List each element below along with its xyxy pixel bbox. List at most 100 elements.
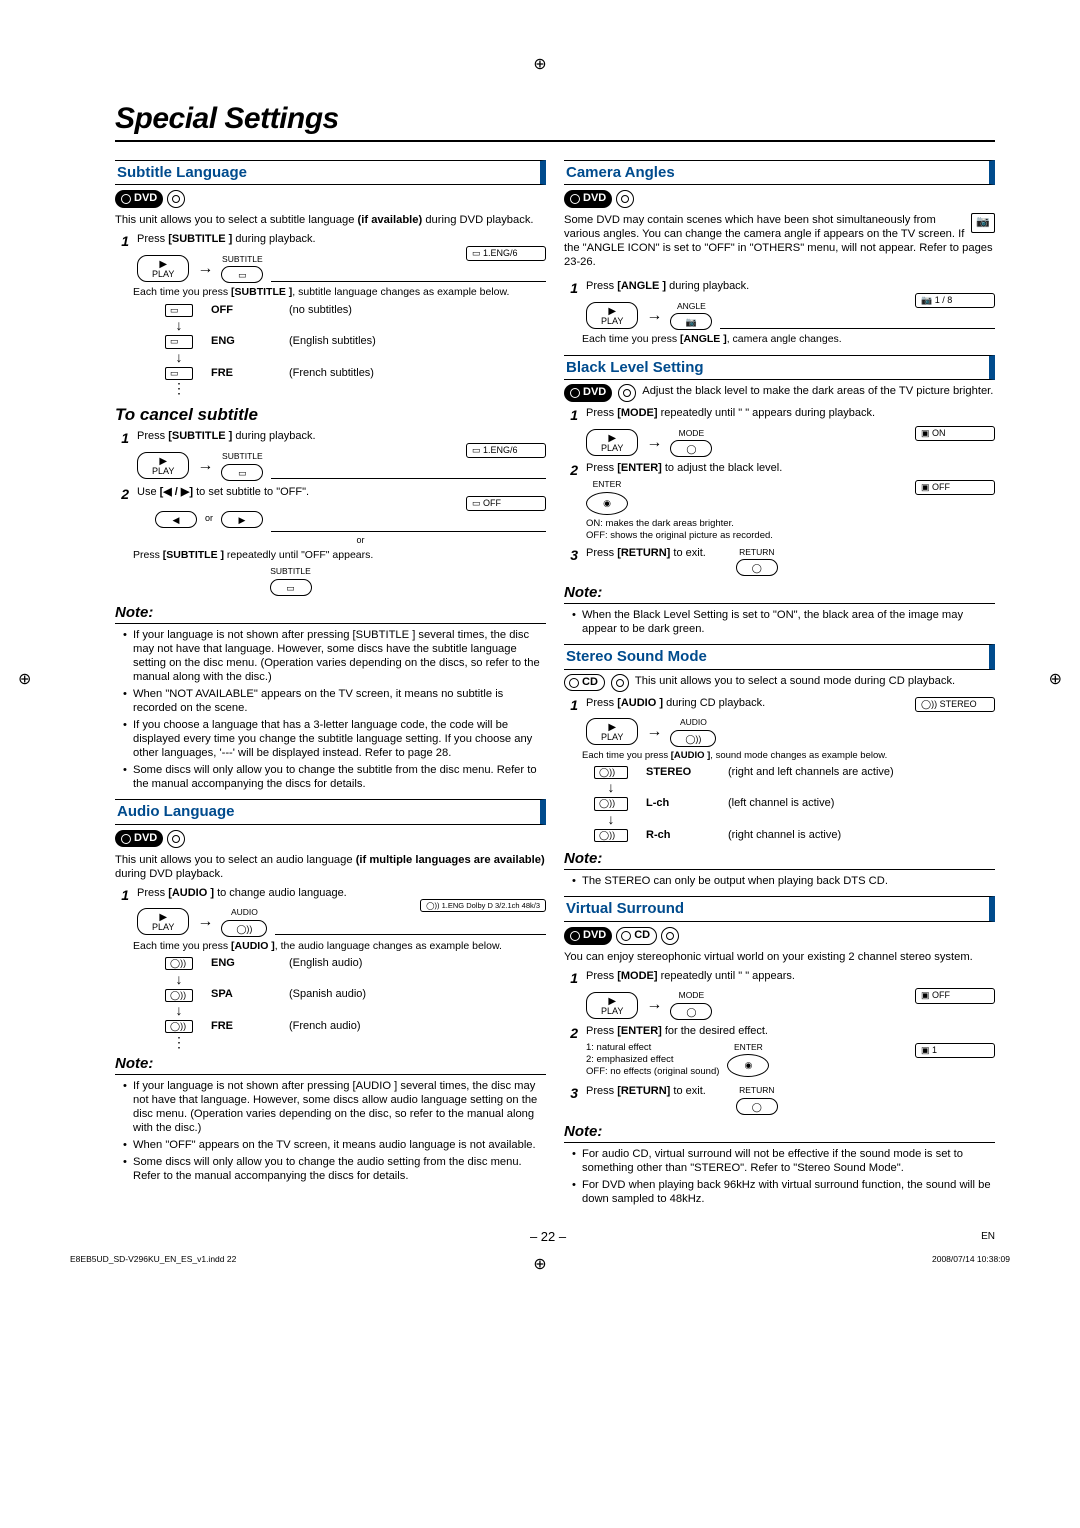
effect-1: 1: natural effect — [586, 1042, 719, 1054]
indd-timestamp: 2008/07/14 10:38:09 — [932, 1254, 1010, 1265]
angle-osd-callout: 📷 1 / 8 — [915, 293, 995, 308]
audio-osd-callout: ◯)) 1.ENG Dolby D 3/2.1ch 48k/3 — [420, 899, 546, 912]
virtual-step-2: 2 Press [ENTER] for the desired effect. … — [564, 1025, 995, 1080]
audio-language-heading: Audio Language — [115, 799, 546, 825]
audio-disc-badges: DVD — [115, 830, 546, 848]
play-button-icon: ▶PLAY — [137, 452, 189, 479]
return-button-icon: ◯ — [736, 1098, 778, 1115]
crop-mark-icon: ⊕ — [1049, 670, 1062, 690]
camera-disc-badges: DVD — [564, 190, 995, 208]
stereo-intro-row: CD This unit allows you to select a soun… — [564, 674, 995, 692]
off-desc: OFF: shows the original picture as recor… — [586, 530, 995, 542]
camera-caption: Each time you press [ANGLE ], camera ang… — [582, 333, 995, 346]
off-osd-callout: ▣ OFF — [915, 988, 995, 1003]
cancel-diagram-1: ▶PLAY → SUBTITLE ▭ ▭ 1.ENG/6 — [137, 451, 546, 481]
return-button-label: RETURN — [736, 1085, 778, 1096]
right-arrow-button-icon: ▶ — [221, 511, 263, 528]
stereo-osd-callout: ◯)) STEREO — [915, 697, 995, 712]
page-footer: – 22 – EN — [115, 1229, 995, 1245]
dvd-badge: DVD — [564, 384, 612, 402]
audio-note-heading: Note: — [115, 1055, 546, 1075]
camera-intro: Some DVD may contain scenes which have b… — [564, 213, 995, 269]
off-osd-callout: ▭ OFF — [466, 496, 546, 511]
audio-button-icon: ◯)) — [670, 730, 716, 747]
play-button-icon: ▶PLAY — [586, 718, 638, 745]
stereo-step-1: 1 Press [AUDIO ] during CD playback. ◯))… — [564, 697, 995, 715]
arrow-icon: → — [197, 456, 213, 476]
left-arrow-button-icon: ◀ — [155, 511, 197, 528]
camera-angles-heading: Camera Angles — [564, 160, 995, 186]
mode-button-label: MODE — [670, 428, 712, 439]
stereo-diagram: ▶PLAY → AUDIO ◯)) — [586, 717, 995, 747]
subtitle-disc-badges: DVD — [115, 190, 546, 208]
cd-badge: CD — [616, 927, 657, 945]
subtitle-intro: This unit allows you to select a subtitl… — [115, 213, 546, 227]
subtitle-osd-callout: ▭ 1.ENG/6 — [466, 246, 546, 261]
black-step-3: 3 Press [RETURN] to exit. RETURN ◯ — [564, 547, 995, 577]
virtual-disc-badges: DVD CD — [564, 927, 995, 945]
or-label: or — [175, 535, 546, 546]
audio-intro: This unit allows you to select an audio … — [115, 853, 546, 881]
subtitle-key-diagram: ▶PLAY → SUBTITLE ▭ ▭ 1.ENG/6 — [137, 254, 546, 284]
play-button-icon: ▶PLAY — [586, 429, 638, 456]
left-column: Subtitle Language DVD This unit allows y… — [115, 152, 546, 1209]
camera-diagram: ▶PLAY → ANGLE 📷 📷 1 / 8 — [586, 301, 995, 331]
disc-icon — [167, 190, 185, 208]
right-column: Camera Angles DVD 📷 Some DVD may contain… — [564, 152, 995, 1209]
stereo-caption: Each time you press [AUDIO ], sound mode… — [582, 750, 995, 762]
arrow-icon: → — [197, 259, 213, 279]
virtual-note-heading: Note: — [564, 1123, 995, 1143]
page-title: Special Settings — [115, 100, 995, 142]
one-osd-callout: ▣ 1 — [915, 1043, 995, 1058]
subtitle-caption: Each time you press [SUBTITLE ], subtitl… — [133, 286, 546, 299]
play-button-icon: ▶PLAY — [137, 255, 189, 282]
stereo-heading: Stereo Sound Mode — [564, 644, 995, 670]
arrow-icon: → — [646, 433, 662, 453]
return-button-label: RETURN — [736, 547, 778, 558]
stereo-flow: ◯))STEREO(right and left channels are ac… — [594, 766, 995, 843]
arrow-icon: → — [646, 722, 662, 742]
black-step-1: 1 Press [MODE] repeatedly until " " appe… — [564, 407, 995, 425]
cd-badge: CD — [564, 674, 605, 692]
effect-2: 2: emphasized effect — [586, 1054, 719, 1066]
disc-icon — [167, 830, 185, 848]
angle-icon: 📷 — [971, 213, 995, 233]
crop-mark-icon: ⊕ — [533, 55, 546, 75]
crop-mark-icon: ⊕ — [18, 670, 31, 690]
enter-button-label: ENTER — [727, 1042, 769, 1053]
black-step-2: 2 Press [ENTER] to adjust the black leve… — [564, 462, 995, 541]
subtitle-button-label: SUBTITLE — [221, 254, 263, 265]
disc-icon — [611, 674, 629, 692]
lang-code: EN — [981, 1231, 995, 1244]
play-button-icon: ▶PLAY — [137, 908, 189, 935]
on-osd-callout: ▣ ON — [915, 426, 995, 441]
black-notes: When the Black Level Setting is set to "… — [564, 608, 995, 636]
dvd-badge: DVD — [115, 190, 163, 208]
virtual-step-3: 3 Press [RETURN] to exit. RETURN ◯ — [564, 1085, 995, 1115]
virtual-notes: For audio CD, virtual surround will not … — [564, 1147, 995, 1206]
subtitle-note-heading: Note: — [115, 604, 546, 624]
audio-flow: ◯))ENG(English audio) ↓ ◯))SPA(Spanish a… — [165, 957, 546, 1048]
enter-button-label: ENTER — [586, 479, 628, 490]
content-columns: Subtitle Language DVD This unit allows y… — [115, 152, 995, 1209]
disc-icon — [618, 384, 636, 402]
mode-button-icon: ◯ — [670, 1003, 712, 1020]
subtitle-notes: If your language is not shown after pres… — [115, 628, 546, 791]
subtitle-button-icon: ▭ — [221, 464, 263, 481]
dvd-badge: DVD — [115, 830, 163, 848]
or-label: or — [205, 513, 213, 524]
page-number: – 22 – — [530, 1229, 566, 1245]
subtitle-button-label: SUBTITLE — [221, 451, 263, 462]
cancel-caption: Press [SUBTITLE ] repeatedly until "OFF"… — [133, 549, 546, 562]
disc-icon — [616, 190, 634, 208]
cancel-diagram-2: ◀ or ▶ ▭ OFF — [155, 506, 546, 532]
black-level-heading: Black Level Setting — [564, 355, 995, 381]
effect-off: OFF: no effects (original sound) — [586, 1066, 719, 1078]
audio-diagram: ▶PLAY → AUDIO ◯)) ◯)) 1.ENG Dolby D 3/2.… — [137, 907, 546, 937]
on-desc: ON: makes the dark areas brighter. — [586, 518, 995, 530]
virtual-diagram-1: ▶PLAY → MODE ◯ ▣ OFF — [586, 990, 995, 1020]
indd-filename: E8EB5UD_SD-V296KU_EN_ES_v1.indd 22 — [70, 1254, 236, 1265]
cancel-subtitle-heading: To cancel subtitle — [115, 404, 546, 425]
subtitle-flow: ▭OFF(no subtitles) ↓ ▭ENG(English subtit… — [165, 304, 546, 395]
subtitle-language-heading: Subtitle Language — [115, 160, 546, 186]
